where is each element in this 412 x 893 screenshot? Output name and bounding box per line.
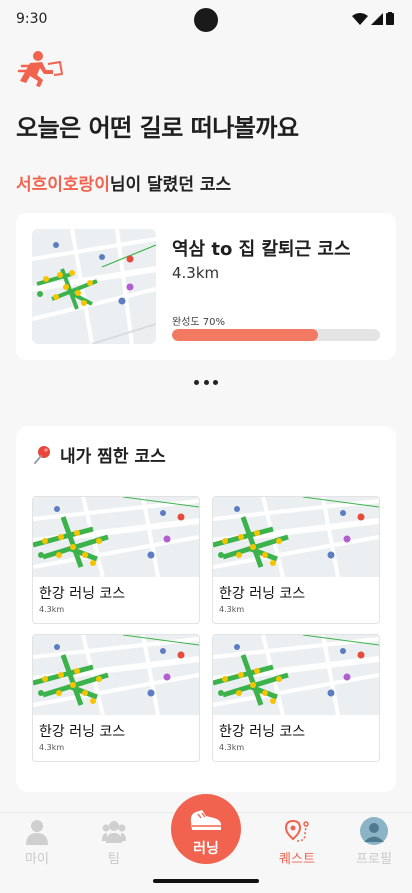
favorite-courses-card: 내가 찜한 코스 한강 러닝 코스 4.3km 한강 러닝 코스 4.3km 한… xyxy=(16,426,396,792)
recent-course-distance: 4.3km xyxy=(172,264,220,282)
person-icon xyxy=(26,820,48,845)
favorite-course-card[interactable]: 한강 러닝 코스 4.3km xyxy=(212,634,380,762)
user-name: 서흐이호랑이 xyxy=(16,175,110,195)
system-icons xyxy=(352,12,394,25)
nav-item-team[interactable]: 팀 xyxy=(79,813,149,873)
camera-cutout xyxy=(194,8,218,32)
favorite-course-distance: 4.3km xyxy=(219,743,245,752)
route-map-illustration xyxy=(33,497,199,577)
completion-progress-fill xyxy=(172,329,318,341)
favorite-course-card[interactable]: 한강 러닝 코스 4.3km xyxy=(32,496,200,624)
recent-course-card[interactable]: 역삼 to 집 칼퇴근 코스 4.3km 완성도 70% xyxy=(16,213,396,360)
nav-label-my: 마이 xyxy=(25,852,49,867)
status-bar: 9:30 xyxy=(0,0,412,40)
recent-course-heading: 서흐이호랑이님이 달렸던 코스 xyxy=(16,170,231,195)
app-logo-icon xyxy=(17,51,63,87)
favorite-course-name: 한강 러닝 코스 xyxy=(219,724,306,740)
nav-item-profile[interactable]: 프로필 xyxy=(339,813,409,873)
route-map-illustration xyxy=(213,497,379,577)
nav-item-my[interactable]: 마이 xyxy=(2,813,72,873)
favorite-course-name: 한강 러닝 코스 xyxy=(219,586,306,602)
signal-icon xyxy=(371,12,383,25)
profile-avatar-icon xyxy=(360,817,388,845)
page-headline: 오늘은 어떤 길로 떠나볼까요 xyxy=(16,114,299,142)
team-icon xyxy=(102,821,126,843)
favorite-course-map xyxy=(33,497,199,577)
route-map-illustration xyxy=(33,635,199,715)
more-options-icon[interactable] xyxy=(194,380,218,386)
recent-course-heading-suffix: 님이 달렸던 코스 xyxy=(109,175,232,195)
favorite-course-map xyxy=(213,497,379,577)
route-map-illustration xyxy=(213,635,379,715)
route-map-illustration xyxy=(32,229,156,344)
completion-progress-bar xyxy=(172,329,380,341)
map-pin-route-icon xyxy=(285,819,309,842)
favorite-course-distance: 4.3km xyxy=(39,743,65,752)
wifi-icon xyxy=(352,12,368,25)
battery-icon xyxy=(386,12,394,25)
favorite-course-distance: 4.3km xyxy=(219,605,245,614)
favorite-course-card[interactable]: 한강 러닝 코스 4.3km xyxy=(212,496,380,624)
completion-label: 완성도 70% xyxy=(172,317,226,328)
favorite-course-distance: 4.3km xyxy=(39,605,65,614)
running-start-button[interactable]: 러닝 xyxy=(171,794,241,864)
favorite-course-card[interactable]: 한강 러닝 코스 4.3km xyxy=(32,634,200,762)
recent-course-title: 역삼 to 집 칼퇴근 코스 xyxy=(172,239,351,260)
favorite-course-map xyxy=(33,635,199,715)
running-shoe-icon xyxy=(190,810,222,830)
favorite-course-name: 한강 러닝 코스 xyxy=(39,724,126,740)
nav-label-profile: 프로필 xyxy=(356,852,392,867)
nav-label-team: 팀 xyxy=(108,852,120,867)
status-time: 9:30 xyxy=(16,11,48,27)
running-label: 러닝 xyxy=(193,841,219,857)
nav-label-quest: 퀘스트 xyxy=(279,852,315,867)
favorite-course-name: 한강 러닝 코스 xyxy=(39,586,126,602)
recent-course-map xyxy=(32,229,156,344)
favorite-course-map xyxy=(213,635,379,715)
home-indicator[interactable] xyxy=(153,879,259,883)
nav-item-quest[interactable]: 퀘스트 xyxy=(262,813,332,873)
